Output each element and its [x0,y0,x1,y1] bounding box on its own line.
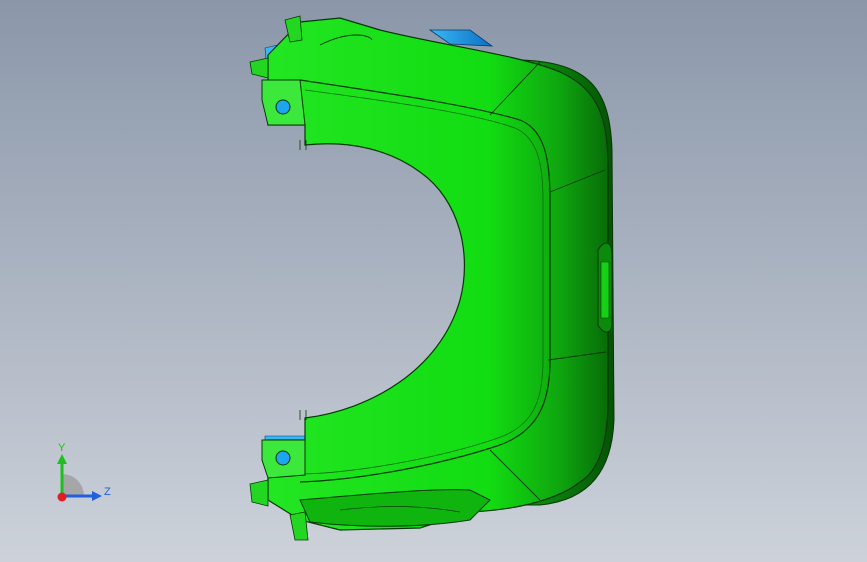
triad-y-label: Y [58,442,66,454]
bracket-body [267,17,609,531]
clip-bottom [249,479,269,507]
rib-detail [299,140,307,420]
3d-model-part[interactable] [0,0,867,562]
graphics-viewport[interactable]: Y Z [0,0,867,562]
triad-plane-icon [62,474,84,496]
y-axis-arrowhead-icon [57,454,67,464]
clip-top [249,57,269,79]
mount-hole-icon [275,99,291,115]
x-axis-dot-icon [57,492,67,502]
orientation-triad[interactable]: Y Z [40,436,130,516]
clip-bottom-lower [289,511,309,541]
mount-hole-icon [275,450,291,466]
triad-graphic [57,454,102,502]
triad-z-label: Z [104,486,111,498]
side-slot-inner [600,261,610,319]
z-axis-arrowhead-icon [92,491,102,501]
